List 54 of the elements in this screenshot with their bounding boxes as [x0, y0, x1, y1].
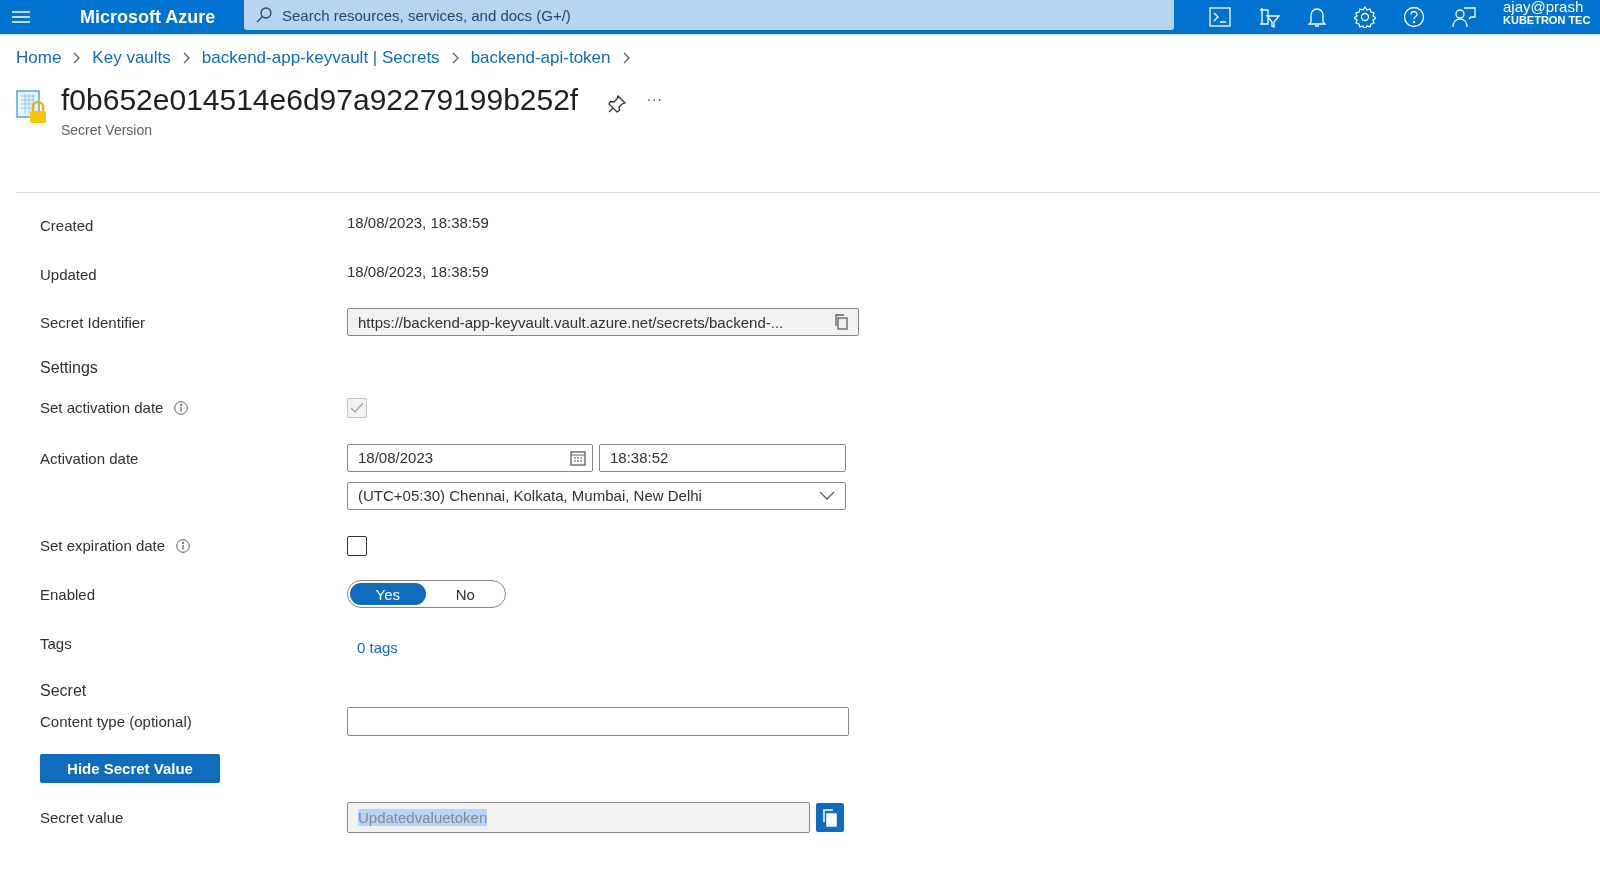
time-field[interactable]: 18:38:52: [599, 443, 846, 472]
checkbox[interactable]: [347, 535, 367, 556]
user-email[interactable]: ajay@prash: [1503, 0, 1591, 16]
menu-icon[interactable]: [12, 10, 30, 24]
chevron-down-icon: [819, 491, 835, 500]
bell-icon[interactable]: [1307, 6, 1327, 28]
calendar-icon[interactable]: [570, 449, 586, 466]
breadcrumb-link[interactable]: backend-app-keyvault | Secrets: [201, 48, 440, 68]
breadcrumb-link[interactable]: Home: [16, 48, 62, 68]
copy-icon[interactable]: [834, 314, 848, 330]
search-icon: [256, 7, 272, 23]
content-type-field[interactable]: [347, 707, 849, 736]
copy-icon: [822, 808, 838, 827]
field-label: Set expiration date: [40, 537, 166, 554]
field-label: Activation date: [40, 449, 139, 467]
feedback-icon[interactable]: [1452, 6, 1476, 28]
settings-icon[interactable]: [1354, 6, 1376, 28]
timezone-dropdown[interactable]: (UTC+05:30) Chennai, Kolkata, Mumbai, New Delhi: [347, 481, 846, 510]
field-label: Content type (optional): [40, 713, 192, 730]
filter-icon[interactable]: [1258, 6, 1280, 28]
field-label: Updated: [40, 265, 97, 283]
field-label: Tags: [40, 635, 72, 652]
tags-link[interactable]: 0 tags: [347, 639, 398, 656]
field-label: Created: [40, 216, 94, 234]
pin-icon[interactable]: [608, 95, 627, 113]
organization-name[interactable]: KUBETRON TEC: [1503, 15, 1591, 27]
toggle-option[interactable]: No: [427, 583, 503, 605]
breadcrumb-link[interactable]: backend-api-token: [470, 48, 611, 68]
page-title: f0b652e014514e6d97a92279199b252f: [61, 83, 579, 118]
section-heading: Settings: [40, 358, 98, 377]
page-subtitle: Secret Version: [61, 121, 154, 138]
section-heading: Secret: [40, 681, 87, 700]
identifier-field[interactable]: https://backend-app-keyvault.vault.azure.net/secrets/backend-...: [347, 308, 859, 336]
chevron-icon: [451, 52, 459, 64]
chevron-icon: [73, 52, 81, 64]
more-button[interactable]: ···: [646, 91, 663, 109]
chevron-icon: [182, 52, 190, 64]
field-label: Enabled: [40, 585, 96, 603]
field-label: Secret Identifier: [40, 313, 146, 331]
field-value: 18/08/2023, 18:38:59: [347, 262, 489, 280]
toggle-option[interactable]: Yes: [350, 583, 426, 605]
chevron-icon: [622, 52, 630, 64]
help-icon[interactable]: [1403, 6, 1425, 28]
info-icon[interactable]: [176, 538, 191, 553]
copy-button[interactable]: [816, 803, 844, 832]
field-label: Set activation date: [40, 399, 164, 416]
terminal-icon[interactable]: [1209, 7, 1231, 27]
search-field[interactable]: Search resources, services, and docs (G+/): [244, 0, 1174, 30]
field-value: 18/08/2023, 18:38:59: [347, 213, 489, 231]
brand-name[interactable]: Microsoft Azure: [54, 6, 244, 28]
hide-secret-button[interactable]: Hide Secret Value: [40, 754, 220, 783]
date-field[interactable]: 18/08/2023: [347, 443, 593, 472]
field-label: Secret value: [40, 809, 124, 826]
breadcrumb-link[interactable]: Key vaults: [92, 48, 171, 68]
